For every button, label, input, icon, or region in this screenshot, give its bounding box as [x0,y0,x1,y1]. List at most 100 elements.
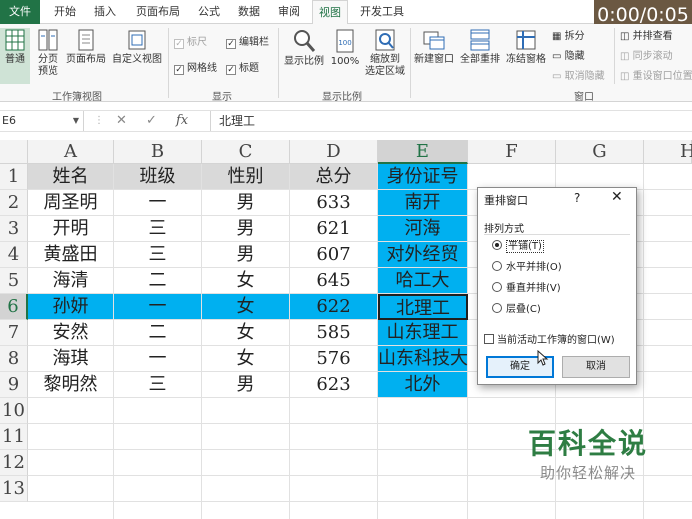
table-cell[interactable]: 周圣明 [28,190,114,216]
table-cell[interactable]: 621 [290,216,378,242]
table-cell[interactable]: 开明 [28,216,114,242]
table-cell[interactable]: 607 [290,242,378,268]
row-header[interactable]: 12 [0,450,28,476]
insert-function-icon[interactable]: fx [176,111,188,131]
column-header-g[interactable]: G [556,140,644,164]
table-cell[interactable]: 南开 [378,190,468,216]
radio-cascade[interactable]: 层叠(C) [492,303,541,317]
side-by-side-button[interactable]: ◫ 并排查看 [620,30,673,44]
tab-file[interactable]: 文件 [0,0,40,24]
table-cell[interactable]: 海清 [28,268,114,294]
formula-bar-checkbox[interactable]: ✓ 编辑栏 [226,36,269,50]
cancel-button[interactable]: 取消 [562,356,630,378]
column-header-h[interactable]: H [644,140,692,164]
table-cell-highlighted[interactable]: 622 [290,294,378,320]
table-cell[interactable]: 一 [114,190,202,216]
tab-view[interactable]: 视图 [312,0,348,25]
row-header[interactable]: 5 [0,268,28,294]
table-cell[interactable]: 576 [290,346,378,372]
table-cell[interactable]: 女 [202,346,290,372]
table-cell[interactable]: 623 [290,372,378,398]
column-header-d[interactable]: D [290,140,378,164]
sync-scroll-button[interactable]: ◫ 同步滚动 [620,50,673,64]
tab-developer[interactable]: 开发工具 [354,0,410,24]
table-cell[interactable]: 633 [290,190,378,216]
table-cell[interactable]: 645 [290,268,378,294]
table-cell-highlighted[interactable]: 孙妍 [28,294,114,320]
select-all-corner[interactable] [0,140,28,164]
table-cell[interactable]: 山东理工 [378,320,468,346]
table-cell[interactable]: 黎明然 [28,372,114,398]
name-box-dropdown-icon[interactable]: ▼ [73,111,79,131]
tab-formulas[interactable]: 公式 [192,0,226,24]
column-header-b[interactable]: B [114,140,202,164]
confirm-icon[interactable]: ✓ [146,111,157,131]
tab-home[interactable]: 开始 [48,0,82,24]
column-header-a[interactable]: A [28,140,114,164]
row-header[interactable]: 1 [0,164,28,190]
zoom-to-selection-button[interactable]: 缩放到 选定区域 [362,28,408,78]
table-header-cell[interactable]: 总分 [290,164,378,190]
table-cell[interactable]: 男 [202,372,290,398]
column-header-f[interactable]: F [468,140,556,164]
table-cell[interactable]: 二 [114,320,202,346]
page-break-preview-button[interactable]: 分页 预览 [34,28,62,78]
row-header[interactable]: 9 [0,372,28,398]
column-header-e[interactable]: E [378,140,468,164]
tab-insert[interactable]: 插入 [88,0,122,24]
table-cell[interactable]: 安然 [28,320,114,346]
table-header-cell[interactable]: 班级 [114,164,202,190]
row-header[interactable]: 8 [0,346,28,372]
row-header[interactable]: 13 [0,476,28,502]
ruler-checkbox[interactable]: ✓ 标尺 [174,36,207,50]
name-box[interactable]: E6 ▼ [0,111,84,131]
table-cell[interactable]: 男 [202,190,290,216]
tab-review[interactable]: 审阅 [272,0,306,24]
radio-vertical[interactable]: 垂直并排(V) [492,282,561,296]
row-header[interactable]: 2 [0,190,28,216]
table-cell[interactable]: 三 [114,372,202,398]
help-icon[interactable]: ? [574,191,580,205]
table-cell[interactable]: 河海 [378,216,468,242]
table-cell[interactable]: 北外 [378,372,468,398]
tab-data[interactable]: 数据 [232,0,266,24]
table-cell[interactable]: 女 [202,320,290,346]
custom-views-button[interactable]: 自定义视图 [108,28,166,66]
table-cell[interactable]: 男 [202,242,290,268]
table-header-cell[interactable]: 身份证号 [378,164,468,190]
unhide-button[interactable]: ▭ 取消隐藏 [552,70,605,84]
table-cell[interactable]: 女 [202,268,290,294]
table-cell-highlighted[interactable]: 女 [202,294,290,320]
arrange-all-button[interactable]: 全部重排 [458,28,502,66]
table-header-cell[interactable]: 性别 [202,164,290,190]
split-button[interactable]: ▦ 拆分 [552,30,585,44]
table-cell[interactable]: 二 [114,268,202,294]
cancel-icon[interactable]: ✕ [116,111,127,131]
table-cell[interactable]: 黄盛田 [28,242,114,268]
freeze-panes-button[interactable]: 冻结窗格 [504,28,548,66]
table-cell[interactable]: 男 [202,216,290,242]
reset-position-button[interactable]: ◫ 重设窗口位置 [620,70,692,84]
column-header-c[interactable]: C [202,140,290,164]
table-cell[interactable]: 三 [114,216,202,242]
table-cell-highlighted[interactable]: 一 [114,294,202,320]
row-header[interactable]: 10 [0,398,28,424]
page-layout-view-button[interactable]: 页面布局 [64,28,108,66]
active-cell[interactable]: 北理工 [378,294,468,320]
table-cell[interactable]: 对外经贸 [378,242,468,268]
formula-input[interactable]: 北理工 [210,111,692,131]
row-header-selected[interactable]: 6 [0,294,28,320]
table-cell[interactable]: 哈工大 [378,268,468,294]
table-cell[interactable]: 山东科技大 [378,346,468,372]
radio-tiled[interactable]: 平铺(T) [492,240,544,254]
row-header[interactable]: 4 [0,242,28,268]
new-window-button[interactable]: 新建窗口 [412,28,456,66]
gridlines-checkbox[interactable]: ✓ 网格线 [174,62,217,76]
table-cell[interactable]: 一 [114,346,202,372]
table-cell[interactable]: 585 [290,320,378,346]
table-cell[interactable]: 三 [114,242,202,268]
row-header[interactable]: 3 [0,216,28,242]
zoom-100-button[interactable]: 100 100% [328,28,362,68]
table-header-cell[interactable]: 姓名 [28,164,114,190]
hide-button[interactable]: ▭ 隐藏 [552,50,585,64]
